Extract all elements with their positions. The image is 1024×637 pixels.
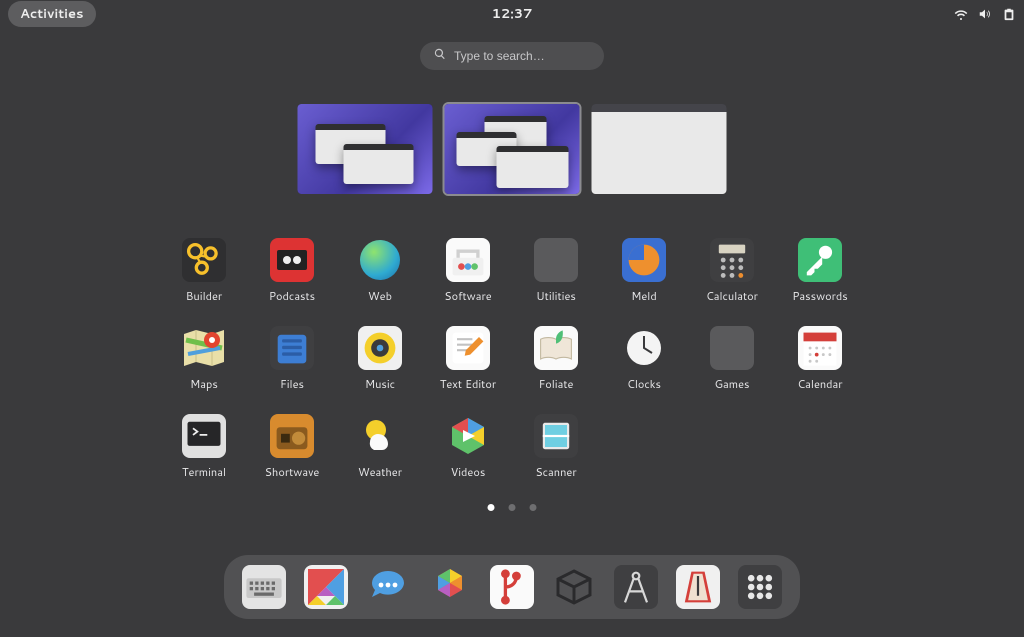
meld-icon	[622, 238, 666, 282]
app-music[interactable]: Music	[336, 320, 424, 408]
app-shortwave[interactable]: Shortwave	[248, 408, 336, 496]
app-label: Calendar	[797, 376, 842, 392]
dash-chat[interactable]	[366, 565, 410, 609]
clock[interactable]: 12:37	[492, 5, 533, 23]
builder-icon	[182, 238, 226, 282]
search-field[interactable]	[420, 42, 604, 70]
app-games-folder[interactable]: Games	[688, 320, 776, 408]
page-dot-1[interactable]	[488, 504, 495, 511]
workspace-1[interactable]	[298, 104, 433, 194]
app-calendar[interactable]: Calendar	[776, 320, 864, 408]
app-calculator[interactable]: Calculator	[688, 232, 776, 320]
calendar-icon	[798, 326, 842, 370]
app-files[interactable]: Files	[248, 320, 336, 408]
app-label: Web	[368, 288, 392, 304]
app-label: Podcasts	[269, 288, 315, 304]
app-label: Passwords	[792, 288, 848, 304]
weather-icon	[358, 414, 402, 458]
app-label: Meld	[631, 288, 656, 304]
app-weather[interactable]: Weather	[336, 408, 424, 496]
app-label: Utilities	[536, 288, 576, 304]
system-tray[interactable]	[954, 7, 1016, 21]
page-dots	[488, 504, 537, 511]
app-foliate[interactable]: Foliate	[512, 320, 600, 408]
videos-icon	[446, 414, 490, 458]
utilities-folder-icon	[534, 238, 578, 282]
foliate-icon	[534, 326, 578, 370]
workspace-switcher	[298, 104, 727, 194]
music-icon	[358, 326, 402, 370]
volume-icon	[978, 7, 992, 21]
top-bar: Activities 12:37	[0, 0, 1024, 28]
search-icon	[434, 47, 446, 65]
app-label: Weather	[358, 464, 402, 480]
dash-keyboard[interactable]	[242, 565, 286, 609]
app-podcasts[interactable]: Podcasts	[248, 232, 336, 320]
dash-metronome[interactable]	[676, 565, 720, 609]
search-input[interactable]	[454, 49, 590, 63]
app-scanner[interactable]: Scanner	[512, 408, 600, 496]
page-dot-2[interactable]	[509, 504, 516, 511]
dash-show-apps[interactable]	[738, 565, 782, 609]
activities-button[interactable]: Activities	[8, 1, 96, 27]
app-passwords[interactable]: Passwords	[776, 232, 864, 320]
dash-tangram[interactable]	[304, 565, 348, 609]
texteditor-icon	[446, 326, 490, 370]
workspace-2[interactable]	[445, 104, 580, 194]
workspace-3[interactable]	[592, 104, 727, 194]
podcasts-icon	[270, 238, 314, 282]
app-web[interactable]: Web	[336, 232, 424, 320]
app-utilities-folder[interactable]: Utilities	[512, 232, 600, 320]
calculator-icon	[710, 238, 754, 282]
app-label: Music	[365, 376, 395, 392]
wifi-icon	[954, 7, 968, 21]
app-videos[interactable]: Videos	[424, 408, 512, 496]
app-builder[interactable]: Builder	[160, 232, 248, 320]
dash-boxes[interactable]	[552, 565, 596, 609]
clocks-icon	[622, 326, 666, 370]
files-icon	[270, 326, 314, 370]
app-maps[interactable]: Maps	[160, 320, 248, 408]
terminal-icon	[182, 414, 226, 458]
app-label: Builder	[186, 288, 222, 304]
app-label: Videos	[451, 464, 486, 480]
dash-compass[interactable]	[614, 565, 658, 609]
app-label: Clocks	[627, 376, 661, 392]
app-label: Files	[280, 376, 304, 392]
app-label: Terminal	[182, 464, 226, 480]
app-terminal[interactable]: Terminal	[160, 408, 248, 496]
app-texteditor[interactable]: Text Editor	[424, 320, 512, 408]
app-label: Games	[715, 376, 750, 392]
page-dot-3[interactable]	[530, 504, 537, 511]
app-label: Software	[444, 288, 491, 304]
battery-icon	[1002, 7, 1016, 21]
scanner-icon	[534, 414, 578, 458]
app-label: Calculator	[706, 288, 758, 304]
app-grid: Builder Podcasts Web Software Utilities …	[160, 232, 864, 496]
dash-photos[interactable]	[428, 565, 472, 609]
maps-icon	[182, 326, 226, 370]
app-software[interactable]: Software	[424, 232, 512, 320]
app-label: Shortwave	[265, 464, 320, 480]
shortwave-icon	[270, 414, 314, 458]
app-label: Maps	[190, 376, 218, 392]
app-clocks[interactable]: Clocks	[600, 320, 688, 408]
games-folder-icon	[710, 326, 754, 370]
web-icon	[358, 238, 402, 282]
app-meld[interactable]: Meld	[600, 232, 688, 320]
app-label: Scanner	[535, 464, 576, 480]
dash-gitg[interactable]	[490, 565, 534, 609]
app-label: Text Editor	[440, 376, 496, 392]
app-label: Foliate	[539, 376, 574, 392]
dash	[224, 555, 800, 619]
software-icon	[446, 238, 490, 282]
passwords-icon	[798, 238, 842, 282]
